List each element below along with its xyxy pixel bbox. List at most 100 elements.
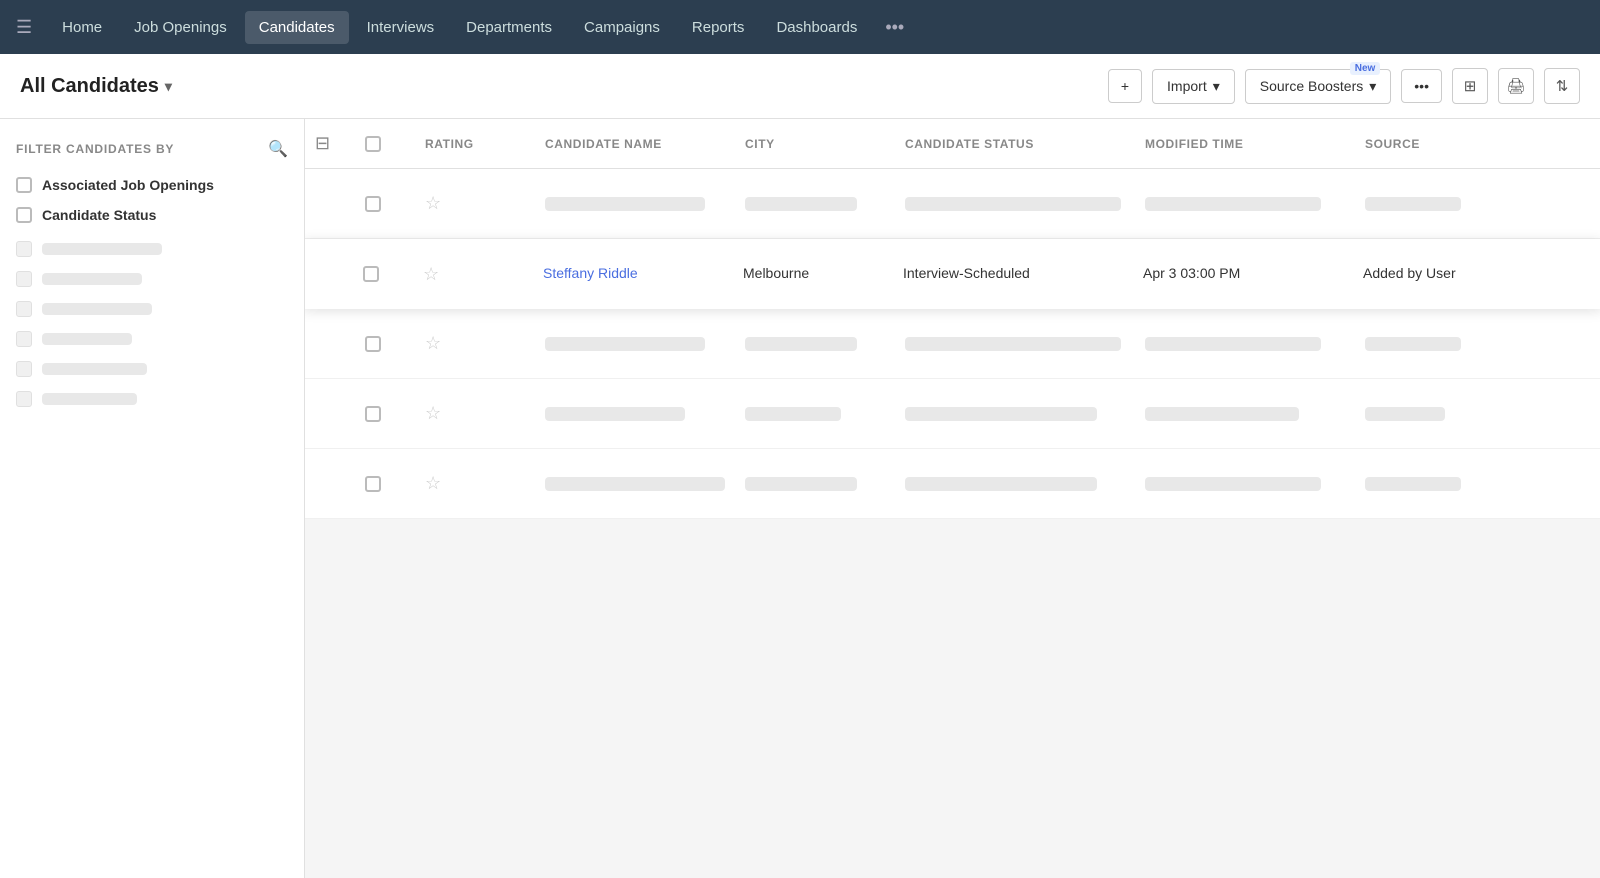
- steffany-riddle-checkbox[interactable]: [363, 266, 379, 282]
- row-checkbox[interactable]: [365, 476, 381, 492]
- col-header-candidate-name: CANDIDATE NAME: [545, 137, 745, 151]
- new-badge: New: [1350, 62, 1381, 75]
- star-icon[interactable]: ☆: [425, 403, 441, 423]
- candidates-table: ⊟ RATING CANDIDATE NAME CITY CANDIDATE S…: [305, 119, 1600, 519]
- select-all-checkbox[interactable]: [365, 136, 381, 152]
- skeleton-time: [1145, 407, 1299, 421]
- col-header-source: SOURCE: [1365, 137, 1525, 151]
- filter-section: Associated Job Openings Candidate Status: [16, 177, 288, 223]
- table-row: ☆: [305, 449, 1600, 519]
- skeleton-source: [1365, 407, 1445, 421]
- filter-candidate-status[interactable]: Candidate Status: [16, 207, 288, 223]
- toolbar: All Candidates ▾ + Import ▾ New Source B…: [0, 54, 1600, 119]
- skeleton-time: [1145, 477, 1321, 491]
- table-view-toggle[interactable]: ⊟: [315, 133, 365, 154]
- star-icon[interactable]: ☆: [425, 333, 441, 353]
- page-title: All Candidates: [20, 75, 159, 98]
- skeleton-name: [545, 197, 705, 211]
- main-layout: FILTER CANDIDATES BY 🔍 Associated Job Op…: [0, 119, 1600, 878]
- skeleton-checkbox-1: [16, 241, 32, 257]
- candidate-name-link[interactable]: Steffany Riddle: [543, 265, 638, 281]
- skeleton-source: [1365, 337, 1461, 351]
- add-button[interactable]: +: [1108, 69, 1142, 103]
- source-boosters-button[interactable]: New Source Boosters ▾: [1245, 69, 1392, 104]
- source-boosters-label: Source Boosters: [1260, 78, 1364, 94]
- table-row: ☆: [305, 379, 1600, 449]
- row-checkbox[interactable]: [365, 406, 381, 422]
- steffany-riddle-star-icon[interactable]: ☆: [423, 264, 439, 284]
- filter-title: FILTER CANDIDATES BY: [16, 142, 174, 156]
- row-checkbox[interactable]: [365, 336, 381, 352]
- nav-dashboards[interactable]: Dashboards: [762, 11, 871, 44]
- row-checkbox[interactable]: [365, 196, 381, 212]
- skeleton-label-2: [42, 273, 142, 285]
- sort-icon: ⇅: [1556, 77, 1569, 95]
- candidate-city: Melbourne: [743, 265, 809, 281]
- candidates-title-dropdown[interactable]: All Candidates ▾: [20, 75, 172, 98]
- col-header-rating: RATING: [425, 137, 545, 151]
- sidebar: FILTER CANDIDATES BY 🔍 Associated Job Op…: [0, 119, 305, 878]
- grid-view-button[interactable]: ⊞: [1452, 68, 1488, 104]
- candidate-status-label: Candidate Status: [42, 207, 156, 223]
- table-header: ⊟ RATING CANDIDATE NAME CITY CANDIDATE S…: [305, 119, 1600, 169]
- star-icon[interactable]: ☆: [425, 193, 441, 213]
- star-icon[interactable]: ☆: [425, 473, 441, 493]
- table-layout-icon: ⊟: [315, 133, 330, 153]
- skeleton-status: [905, 337, 1121, 351]
- filter-header: FILTER CANDIDATES BY 🔍: [16, 139, 288, 159]
- import-label: Import: [1167, 78, 1207, 94]
- skeleton-source: [1365, 197, 1461, 211]
- candidate-status-checkbox[interactable]: [16, 207, 32, 223]
- table-row-steffany-riddle[interactable]: ☆ Steffany Riddle Melbourne Interview-Sc…: [305, 239, 1600, 309]
- col-header-modified-time: MODIFIED TIME: [1145, 137, 1365, 151]
- skeleton-time: [1145, 197, 1321, 211]
- skeleton-checkbox-6: [16, 391, 32, 407]
- table-area: ⊟ RATING CANDIDATE NAME CITY CANDIDATE S…: [305, 119, 1600, 878]
- candidate-status: Interview-Scheduled: [903, 265, 1030, 281]
- skeleton-city: [745, 407, 841, 421]
- nav-interviews[interactable]: Interviews: [353, 11, 449, 44]
- skeleton-filter-1: [16, 241, 288, 257]
- skeleton-time: [1145, 337, 1321, 351]
- header-select-all[interactable]: [365, 136, 425, 152]
- skeleton-filter-6: [16, 391, 288, 407]
- print-button[interactable]: 🖨: [1498, 68, 1534, 104]
- skeleton-checkbox-5: [16, 361, 32, 377]
- more-options-icon: •••: [1414, 78, 1429, 94]
- skeleton-name: [545, 407, 685, 421]
- nav-job-openings[interactable]: Job Openings: [120, 11, 241, 44]
- main-nav: ☰ Home Job Openings Candidates Interview…: [0, 0, 1600, 54]
- skeleton-name: [545, 477, 725, 491]
- associated-job-openings-checkbox[interactable]: [16, 177, 32, 193]
- candidate-source: Added by User: [1363, 265, 1456, 281]
- skeleton-filter-2: [16, 271, 288, 287]
- grid-view-icon: ⊞: [1464, 77, 1477, 95]
- skeleton-source: [1365, 477, 1461, 491]
- nav-home[interactable]: Home: [48, 11, 116, 44]
- associated-job-openings-label: Associated Job Openings: [42, 177, 214, 193]
- skeleton-status: [905, 477, 1097, 491]
- skeleton-label-4: [42, 333, 132, 345]
- skeleton-city: [745, 197, 857, 211]
- import-chevron-icon: ▾: [1213, 78, 1220, 95]
- nav-more-icon[interactable]: •••: [875, 9, 914, 46]
- skeleton-filter-3: [16, 301, 288, 317]
- import-button[interactable]: Import ▾: [1152, 69, 1235, 104]
- nav-reports[interactable]: Reports: [678, 11, 759, 44]
- skeleton-checkbox-4: [16, 331, 32, 347]
- more-options-button[interactable]: •••: [1401, 69, 1442, 103]
- filter-associated-job-openings[interactable]: Associated Job Openings: [16, 177, 288, 193]
- nav-candidates[interactable]: Candidates: [245, 11, 349, 44]
- title-chevron-icon: ▾: [165, 78, 172, 95]
- skeleton-checkbox-3: [16, 301, 32, 317]
- nav-campaigns[interactable]: Campaigns: [570, 11, 674, 44]
- skeleton-label-6: [42, 393, 137, 405]
- nav-departments[interactable]: Departments: [452, 11, 566, 44]
- hamburger-icon[interactable]: ☰: [16, 17, 32, 38]
- print-icon: 🖨: [1506, 77, 1525, 95]
- filter-search-icon[interactable]: 🔍: [268, 139, 288, 159]
- sort-button[interactable]: ⇅: [1544, 68, 1580, 104]
- candidate-modified-time: Apr 3 03:00 PM: [1143, 265, 1240, 281]
- table-row: ☆: [305, 169, 1600, 239]
- skeleton-checkbox-2: [16, 271, 32, 287]
